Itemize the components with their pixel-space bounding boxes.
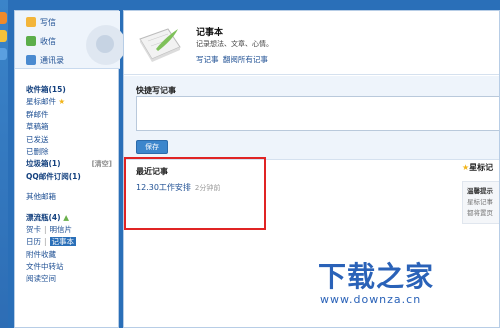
folder-starred[interactable]: 星标邮件 ★ [26,96,120,108]
folder-drafts[interactable]: 草稿箱 [26,121,120,133]
edge-tab-blue[interactable] [0,48,7,60]
contacts-label: 通讯录 [40,55,64,65]
write-note-link[interactable]: 写记事 [196,55,219,64]
address-book-icon [26,55,36,65]
edge-tab-yellow[interactable] [0,30,7,42]
starred-notes-panel: ★星标记 温馨提示 星标记事 都将置页 [462,162,499,242]
starred-notes-label: 星标记 [469,163,494,172]
attachment-collection-link[interactable]: 附件收藏 [26,249,120,261]
receive-mail-button[interactable]: 收信 [26,35,56,47]
tip-box: 温馨提示 星标记事 都将置页 [462,181,499,224]
annotation-highlight-box [124,157,266,230]
write-mail-button[interactable]: 写信 [26,16,56,28]
write-label: 写信 [40,17,56,27]
notebook-main: 记事本 记录想法、文章、心情。 写记事 翻阅所有记事 快捷写记事 保存 最近记事… [123,10,500,328]
watermark-url: www.downza.cn [320,293,422,306]
star-icon: ★ [58,97,66,107]
notebook-links: 写记事 翻阅所有记事 [196,54,270,65]
page-title: 记事本 [196,28,224,38]
notebook-header: 记事本 记录想法、文章、心情。 写记事 翻阅所有记事 [124,11,499,75]
folder-starred-label: 星标邮件 [26,97,56,107]
card-row: 贺卡 | 明信片 [26,224,120,236]
sidebar-actions: 写信 收信 通讯录 [15,11,126,69]
file-transfer-link[interactable]: 文件中转站 [26,261,120,273]
notebook-icon [139,28,181,62]
sidebar-decoration [86,25,126,65]
bottle-icon: ▲ [63,212,69,222]
postcard-link[interactable]: 明信片 [50,225,73,234]
watermark-logo: 下载之家 [318,260,435,293]
tip-heading: 温馨提示 [467,187,493,195]
reading-space-link[interactable]: 阅读空间 [26,273,120,285]
drift-bottle-link[interactable]: 漂流瓶(4) ▲ [26,212,120,224]
save-button[interactable]: 保存 [136,140,168,154]
download-icon [26,36,36,46]
receive-label: 收信 [40,36,56,46]
card-link[interactable]: 贺卡 [26,225,41,234]
calendar-link[interactable]: 日历 [26,237,41,246]
quick-note-panel: 快捷写记事 保存 [124,76,499,160]
pencil-icon [26,17,36,27]
folder-junk-label: 垃圾箱(1) [26,159,61,169]
calendar-row: 日历 | 记事本 [26,236,120,248]
mail-sidebar: 写信 收信 通讯录 收件箱(15) 星标邮件 ★ 群邮件 草稿箱 已发送 已删除… [14,10,126,328]
notebook-link[interactable]: 记事本 [49,237,77,247]
starred-notes-title: ★星标记 [462,162,499,173]
drift-bottle-label: 漂流瓶(4) [26,212,61,222]
edge-tab-orange[interactable] [0,12,7,24]
folder-list: 收件箱(15) 星标邮件 ★ 群邮件 草稿箱 已发送 已删除 垃圾箱(1) [清空… [26,84,120,286]
folder-junk[interactable]: 垃圾箱(1) [清空] [26,158,120,170]
clear-junk-link[interactable]: [清空] [92,158,112,170]
folder-deleted[interactable]: 已删除 [26,146,120,158]
folder-inbox[interactable]: 收件箱(15) [26,84,120,96]
left-edge-strip [0,0,8,328]
browse-notes-link[interactable]: 翻阅所有记事 [223,55,268,64]
quick-note-title: 快捷写记事 [136,86,176,95]
folder-qq-subscription[interactable]: QQ邮件订阅(1) [26,171,120,183]
folder-sent[interactable]: 已发送 [26,134,120,146]
folder-group[interactable]: 群邮件 [26,109,120,121]
folder-other-mailbox[interactable]: 其他邮箱 [26,191,120,203]
tip-line: 星标记事 [467,198,493,206]
separator: | [44,224,47,234]
contacts-button[interactable]: 通讯录 [26,54,64,66]
quick-note-input[interactable] [136,96,499,131]
notebook-description: 记录想法、文章、心情。 [196,40,273,48]
tip-line: 都将置页 [467,209,493,217]
separator: | [44,237,47,247]
